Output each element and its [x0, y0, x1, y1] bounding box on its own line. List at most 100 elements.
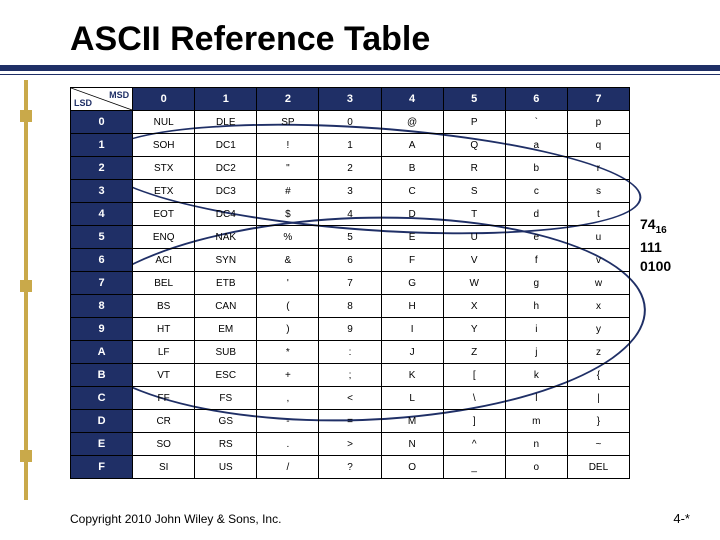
table-cell: O	[381, 456, 443, 479]
table-cell: ]	[443, 410, 505, 433]
table-row: CFFFS,<L\l|	[71, 387, 630, 410]
table-cell: US	[195, 456, 257, 479]
table-cell: @	[381, 111, 443, 134]
note-binary: 111 0100	[640, 238, 690, 277]
row-header: C	[71, 387, 133, 410]
row-header: B	[71, 364, 133, 387]
ascii-table-wrap: MSD LSD 0 1 2 3 4 5 6 7 0NULDLESP0@P`p1S…	[70, 87, 630, 479]
table-cell: /	[257, 456, 319, 479]
title-rule	[70, 65, 690, 79]
table-cell: B	[381, 157, 443, 180]
table-cell: DLE	[195, 111, 257, 134]
table-cell: FF	[133, 387, 195, 410]
table-cell: $	[257, 203, 319, 226]
row-header: D	[71, 410, 133, 433]
table-cell: GS	[195, 410, 257, 433]
corner-cell: MSD LSD	[71, 88, 133, 111]
table-cell: SI	[133, 456, 195, 479]
table-cell: +	[257, 364, 319, 387]
slide: ASCII Reference Table MSD LSD 0 1	[0, 0, 720, 540]
table-cell: P	[443, 111, 505, 134]
table-cell: )	[257, 318, 319, 341]
table-cell: |	[567, 387, 629, 410]
row-header: 5	[71, 226, 133, 249]
row-header: 1	[71, 134, 133, 157]
table-cell: x	[567, 295, 629, 318]
copyright: Copyright 2010 John Wiley & Sons, Inc.	[70, 512, 281, 526]
table-cell: LF	[133, 341, 195, 364]
table-cell: 6	[319, 249, 381, 272]
table-cell: Y	[443, 318, 505, 341]
table-cell: NAK	[195, 226, 257, 249]
table-cell: T	[443, 203, 505, 226]
table-cell: <	[319, 387, 381, 410]
col-header: 4	[381, 88, 443, 111]
table-cell: g	[505, 272, 567, 295]
table-cell: k	[505, 364, 567, 387]
table-cell: SO	[133, 433, 195, 456]
table-cell: n	[505, 433, 567, 456]
table-row: ESORS.>N^n~	[71, 433, 630, 456]
row-header: 9	[71, 318, 133, 341]
table-cell: EM	[195, 318, 257, 341]
table-cell: `	[505, 111, 567, 134]
table-cell: ESC	[195, 364, 257, 387]
col-header: 2	[257, 88, 319, 111]
table-cell: *	[257, 341, 319, 364]
table-cell: K	[381, 364, 443, 387]
row-header: 8	[71, 295, 133, 318]
table-cell: -	[257, 410, 319, 433]
table-row: ALFSUB*:JZjz	[71, 341, 630, 364]
table-cell: SP	[257, 111, 319, 134]
table-cell: W	[443, 272, 505, 295]
table-cell: SOH	[133, 134, 195, 157]
table-cell: C	[381, 180, 443, 203]
row-header: E	[71, 433, 133, 456]
side-notes: 7416 111 0100	[640, 87, 690, 277]
table-cell: HT	[133, 318, 195, 341]
table-row: FSIUS/?O_oDEL	[71, 456, 630, 479]
table-cell: SYN	[195, 249, 257, 272]
table-cell: BEL	[133, 272, 195, 295]
table-cell: 3	[319, 180, 381, 203]
col-header: 5	[443, 88, 505, 111]
table-cell: DC1	[195, 134, 257, 157]
table-cell: o	[505, 456, 567, 479]
table-cell: U	[443, 226, 505, 249]
table-cell: m	[505, 410, 567, 433]
table-cell: q	[567, 134, 629, 157]
table-cell: :	[319, 341, 381, 364]
table-cell: u	[567, 226, 629, 249]
table-cell: X	[443, 295, 505, 318]
row-header: A	[71, 341, 133, 364]
table-cell: a	[505, 134, 567, 157]
table-cell: }	[567, 410, 629, 433]
table-header-row: MSD LSD 0 1 2 3 4 5 6 7	[71, 88, 630, 111]
row-header: 0	[71, 111, 133, 134]
table-cell: S	[443, 180, 505, 203]
table-cell: 9	[319, 318, 381, 341]
table-cell: BS	[133, 295, 195, 318]
table-cell: z	[567, 341, 629, 364]
table-cell: Q	[443, 134, 505, 157]
table-cell: ACI	[133, 249, 195, 272]
table-cell: R	[443, 157, 505, 180]
table-row: 2STXDC2"2BRbr	[71, 157, 630, 180]
table-cell: 0	[319, 111, 381, 134]
table-cell: ENQ	[133, 226, 195, 249]
row-header: 4	[71, 203, 133, 226]
msd-label: MSD	[109, 90, 129, 100]
table-cell: F	[381, 249, 443, 272]
table-cell: d	[505, 203, 567, 226]
table-cell: DC2	[195, 157, 257, 180]
table-cell: EOT	[133, 203, 195, 226]
col-header: 3	[319, 88, 381, 111]
row-header: 2	[71, 157, 133, 180]
col-header: 1	[195, 88, 257, 111]
page-title: ASCII Reference Table	[70, 20, 690, 59]
table-cell: G	[381, 272, 443, 295]
table-row: 6ACISYN&6FVfv	[71, 249, 630, 272]
col-header: 7	[567, 88, 629, 111]
row-header: 6	[71, 249, 133, 272]
table-cell: RS	[195, 433, 257, 456]
